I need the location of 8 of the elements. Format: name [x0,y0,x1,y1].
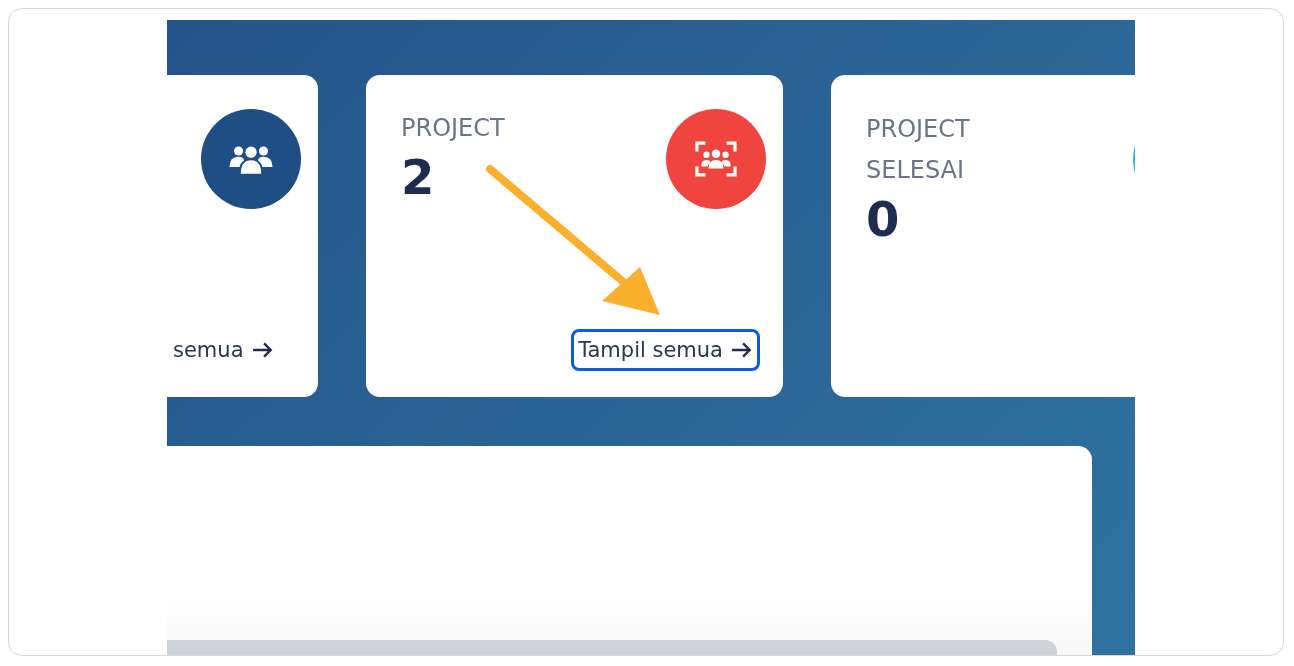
card-label: PROJECT [401,113,506,144]
card-count: 0 [866,191,901,247]
show-all-link[interactable]: Tampil semua [571,329,760,371]
card-label: PROJECT SELESAI [866,114,971,186]
card-count: 2 [401,149,436,205]
arrow-right-icon [731,341,753,359]
arrow-right-icon [251,341,274,359]
show-all-link[interactable]: semua [173,329,281,371]
